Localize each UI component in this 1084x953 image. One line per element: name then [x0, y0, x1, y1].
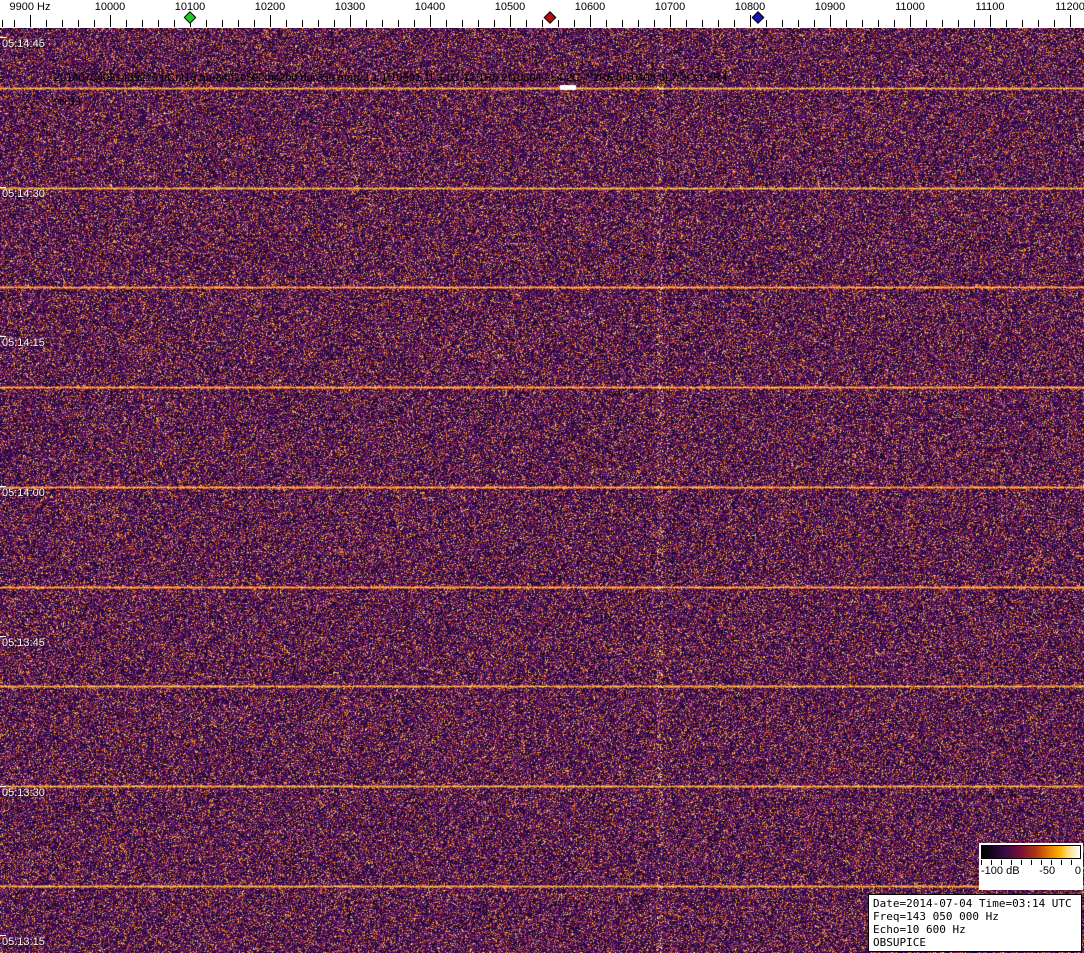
freq-tick-label: 10300 — [335, 1, 366, 13]
info-line: OBSUPICE — [873, 936, 1077, 949]
time-tick-label: 05:14:30 — [2, 188, 45, 200]
db-mid-label: -50 — [1039, 865, 1055, 878]
freq-major-tick — [270, 15, 271, 27]
freq-major-tick — [990, 15, 991, 27]
freq-major-tick — [590, 15, 591, 27]
freq-tick-label: 11100 — [976, 1, 1005, 13]
db-min-label: -100 dB — [981, 865, 1020, 878]
freq-major-tick — [350, 15, 351, 27]
freq-tick-label: 9900 Hz — [10, 1, 51, 13]
freq-major-tick — [430, 15, 431, 27]
db-legend: -100 dB -50 0 — [979, 843, 1083, 890]
freq-tick-label: 10000 — [95, 1, 126, 13]
spectrogram-app: 9900 Hz100001010010200103001040010500106… — [0, 0, 1084, 953]
info-line: Echo=10 600 Hz — [873, 923, 1077, 936]
freq-tick-label: 10700 — [655, 1, 686, 13]
freq-tick-label: 11000 — [895, 1, 925, 13]
freq-major-tick — [510, 15, 511, 27]
time-tick-label: 05:13:30 — [2, 787, 45, 799]
freq-tick-label: 10500 — [495, 1, 526, 13]
spectrogram-canvas[interactable] — [0, 28, 1084, 953]
freq-major-tick — [830, 15, 831, 27]
freq-major-tick — [1070, 15, 1071, 27]
freq-tick-label: 10400 — [415, 1, 446, 13]
frequency-ruler[interactable]: 9900 Hz100001010010200103001040010500106… — [0, 0, 1084, 28]
freq-tick-label: 11200 — [1055, 1, 1084, 13]
freq-major-tick — [110, 15, 111, 27]
freq-tick-label: 10900 — [815, 1, 846, 13]
time-tick-label: 05:14:00 — [2, 487, 45, 499]
db-labels: -100 dB -50 0 — [981, 865, 1081, 878]
freq-tick-label: 10200 — [255, 1, 286, 13]
time-tick-label: 05:14:15 — [2, 337, 45, 349]
info-line: Freq=143 050 000 Hz — [873, 910, 1077, 923]
freq-major-tick — [30, 15, 31, 27]
cursor-annotation: ^t+39 — [54, 96, 81, 108]
time-tick-label: 05:13:15 — [2, 936, 45, 948]
freq-tick-label: 10800 — [735, 1, 766, 13]
observation-info-box: Date=2014-07-04 Time=03:14 UTCFreq=143 0… — [868, 894, 1082, 952]
db-max-label: 0 — [1075, 865, 1081, 878]
spectrogram-area: 20140704031439276 hCnt13 nb-84 f10592 hi… — [0, 28, 1084, 953]
detection-annotation: 20140704031439276 hCnt13 nb-84 f10592 hi… — [54, 72, 727, 84]
time-tick-label: 05:14:45 — [2, 38, 45, 50]
freq-minor-ticks — [0, 20, 1084, 27]
freq-major-tick — [670, 15, 671, 27]
freq-tick-label: 10600 — [575, 1, 606, 13]
freq-major-tick — [910, 15, 911, 27]
time-tick-label: 05:13:45 — [2, 637, 45, 649]
db-gradient-bar — [981, 845, 1081, 859]
info-line: Date=2014-07-04 Time=03:14 UTC — [873, 897, 1077, 910]
